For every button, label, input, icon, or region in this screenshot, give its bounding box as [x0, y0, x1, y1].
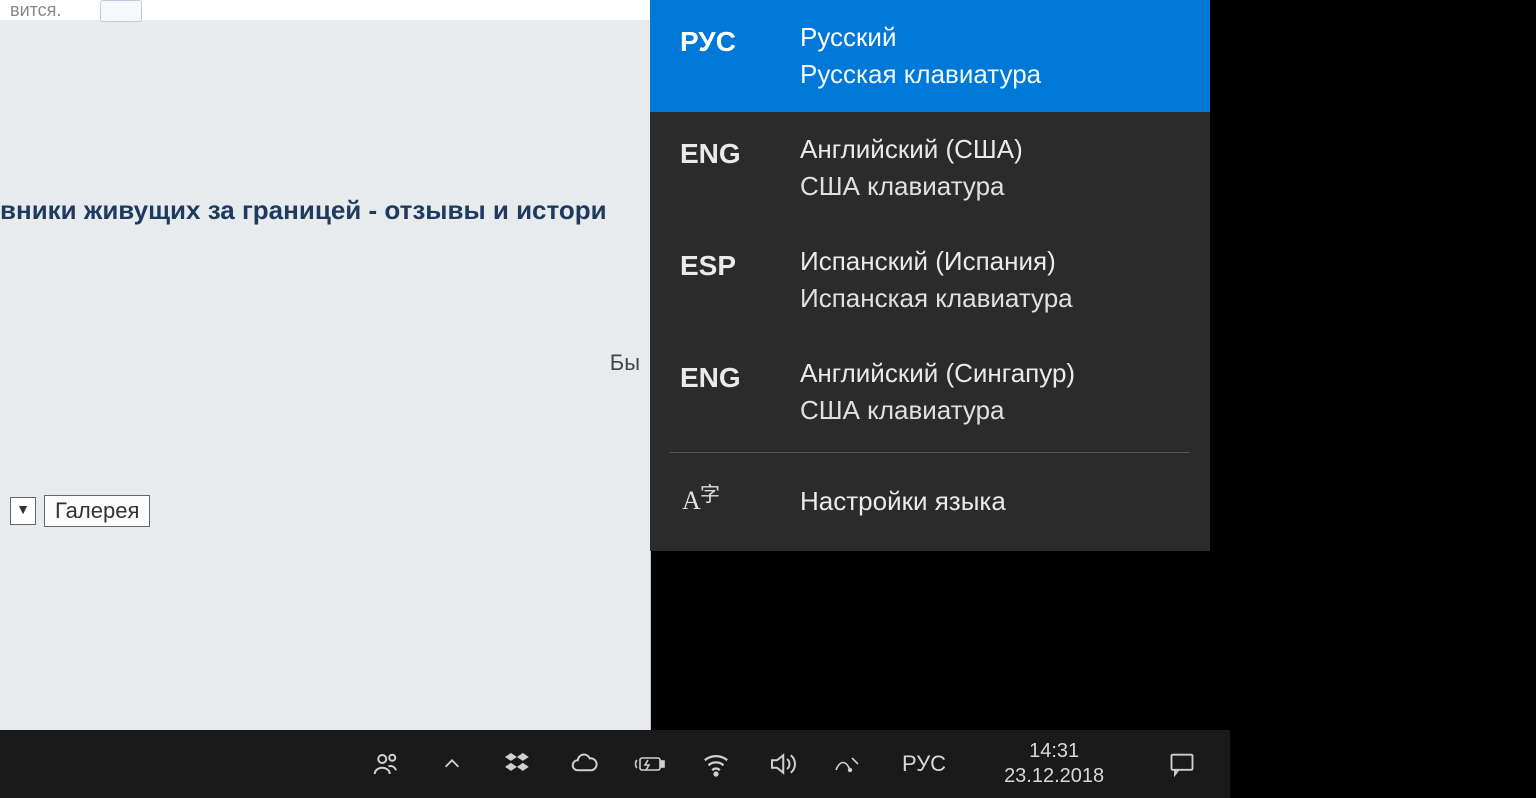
gallery-dropdown[interactable]: ▼ Галерея [10, 495, 150, 527]
action-center-icon[interactable] [1166, 748, 1198, 780]
language-text: Русский Русская клавиатура [800, 22, 1041, 90]
show-hidden-icons-icon[interactable] [436, 748, 468, 780]
language-settings-label: Настройки языка [800, 486, 1006, 517]
clock-time: 14:31 [1029, 739, 1079, 764]
language-code: ENG [680, 134, 760, 170]
keyboard-layout: США клавиатура [800, 171, 1023, 202]
pen-tablet-icon[interactable] [832, 748, 864, 780]
language-code: РУС [680, 22, 760, 58]
dropbox-icon[interactable] [502, 748, 534, 780]
battery-charging-icon[interactable] [634, 748, 666, 780]
language-name: Русский [800, 22, 1041, 53]
taskbar: РУС 14:31 23.12.2018 [0, 730, 1230, 798]
volume-icon[interactable] [766, 748, 798, 780]
people-icon[interactable] [370, 748, 402, 780]
language-name: Английский (Сингапур) [800, 358, 1075, 389]
language-text: Испанский (Испания) Испанская клавиатура [800, 246, 1073, 314]
clock-date: 23.12.2018 [1004, 764, 1104, 789]
language-indicator[interactable]: РУС [898, 748, 950, 780]
language-switcher-popup: РУС Русский Русская клавиатура ENG Англи… [650, 0, 1210, 551]
language-code: ENG [680, 358, 760, 394]
wifi-icon[interactable] [700, 748, 732, 780]
language-option-eng-us[interactable]: ENG Английский (США) США клавиатура [650, 112, 1210, 224]
like-button-icon[interactable] [100, 0, 142, 22]
page-headline: вники живущих за границей - отзывы и ист… [0, 195, 607, 226]
chevron-down-icon[interactable]: ▼ [10, 497, 36, 525]
language-code: ESP [680, 246, 760, 282]
language-option-rus[interactable]: РУС Русский Русская клавиатура [650, 0, 1210, 112]
gallery-label[interactable]: Галерея [44, 495, 150, 527]
language-name: Испанский (Испания) [800, 246, 1073, 277]
background-webpage: вится. вники живущих за границей - отзыв… [0, 0, 651, 730]
language-settings-button[interactable]: A 字 Настройки языка [650, 453, 1210, 551]
svg-text:A: A [682, 486, 701, 515]
language-option-esp[interactable]: ESP Испанский (Испания) Испанская клавиа… [650, 224, 1210, 336]
keyboard-layout: Русская клавиатура [800, 59, 1041, 90]
language-option-eng-sg[interactable]: ENG Английский (Сингапур) США клавиатура [650, 336, 1210, 448]
system-tray: РУС 14:31 23.12.2018 [370, 739, 1198, 789]
page-small-label: Бы [610, 350, 640, 376]
cloud-icon[interactable] [568, 748, 600, 780]
keyboard-layout: Испанская клавиатура [800, 283, 1073, 314]
language-name: Английский (США) [800, 134, 1023, 165]
clock[interactable]: 14:31 23.12.2018 [1004, 739, 1104, 789]
language-text: Английский (Сингапур) США клавиатура [800, 358, 1075, 426]
keyboard-layout: США клавиатура [800, 395, 1075, 426]
language-text: Английский (США) США клавиатура [800, 134, 1023, 202]
page-top-fragment: вится. [0, 0, 650, 20]
language-settings-icon: A 字 [680, 481, 760, 521]
svg-text:字: 字 [700, 483, 720, 506]
